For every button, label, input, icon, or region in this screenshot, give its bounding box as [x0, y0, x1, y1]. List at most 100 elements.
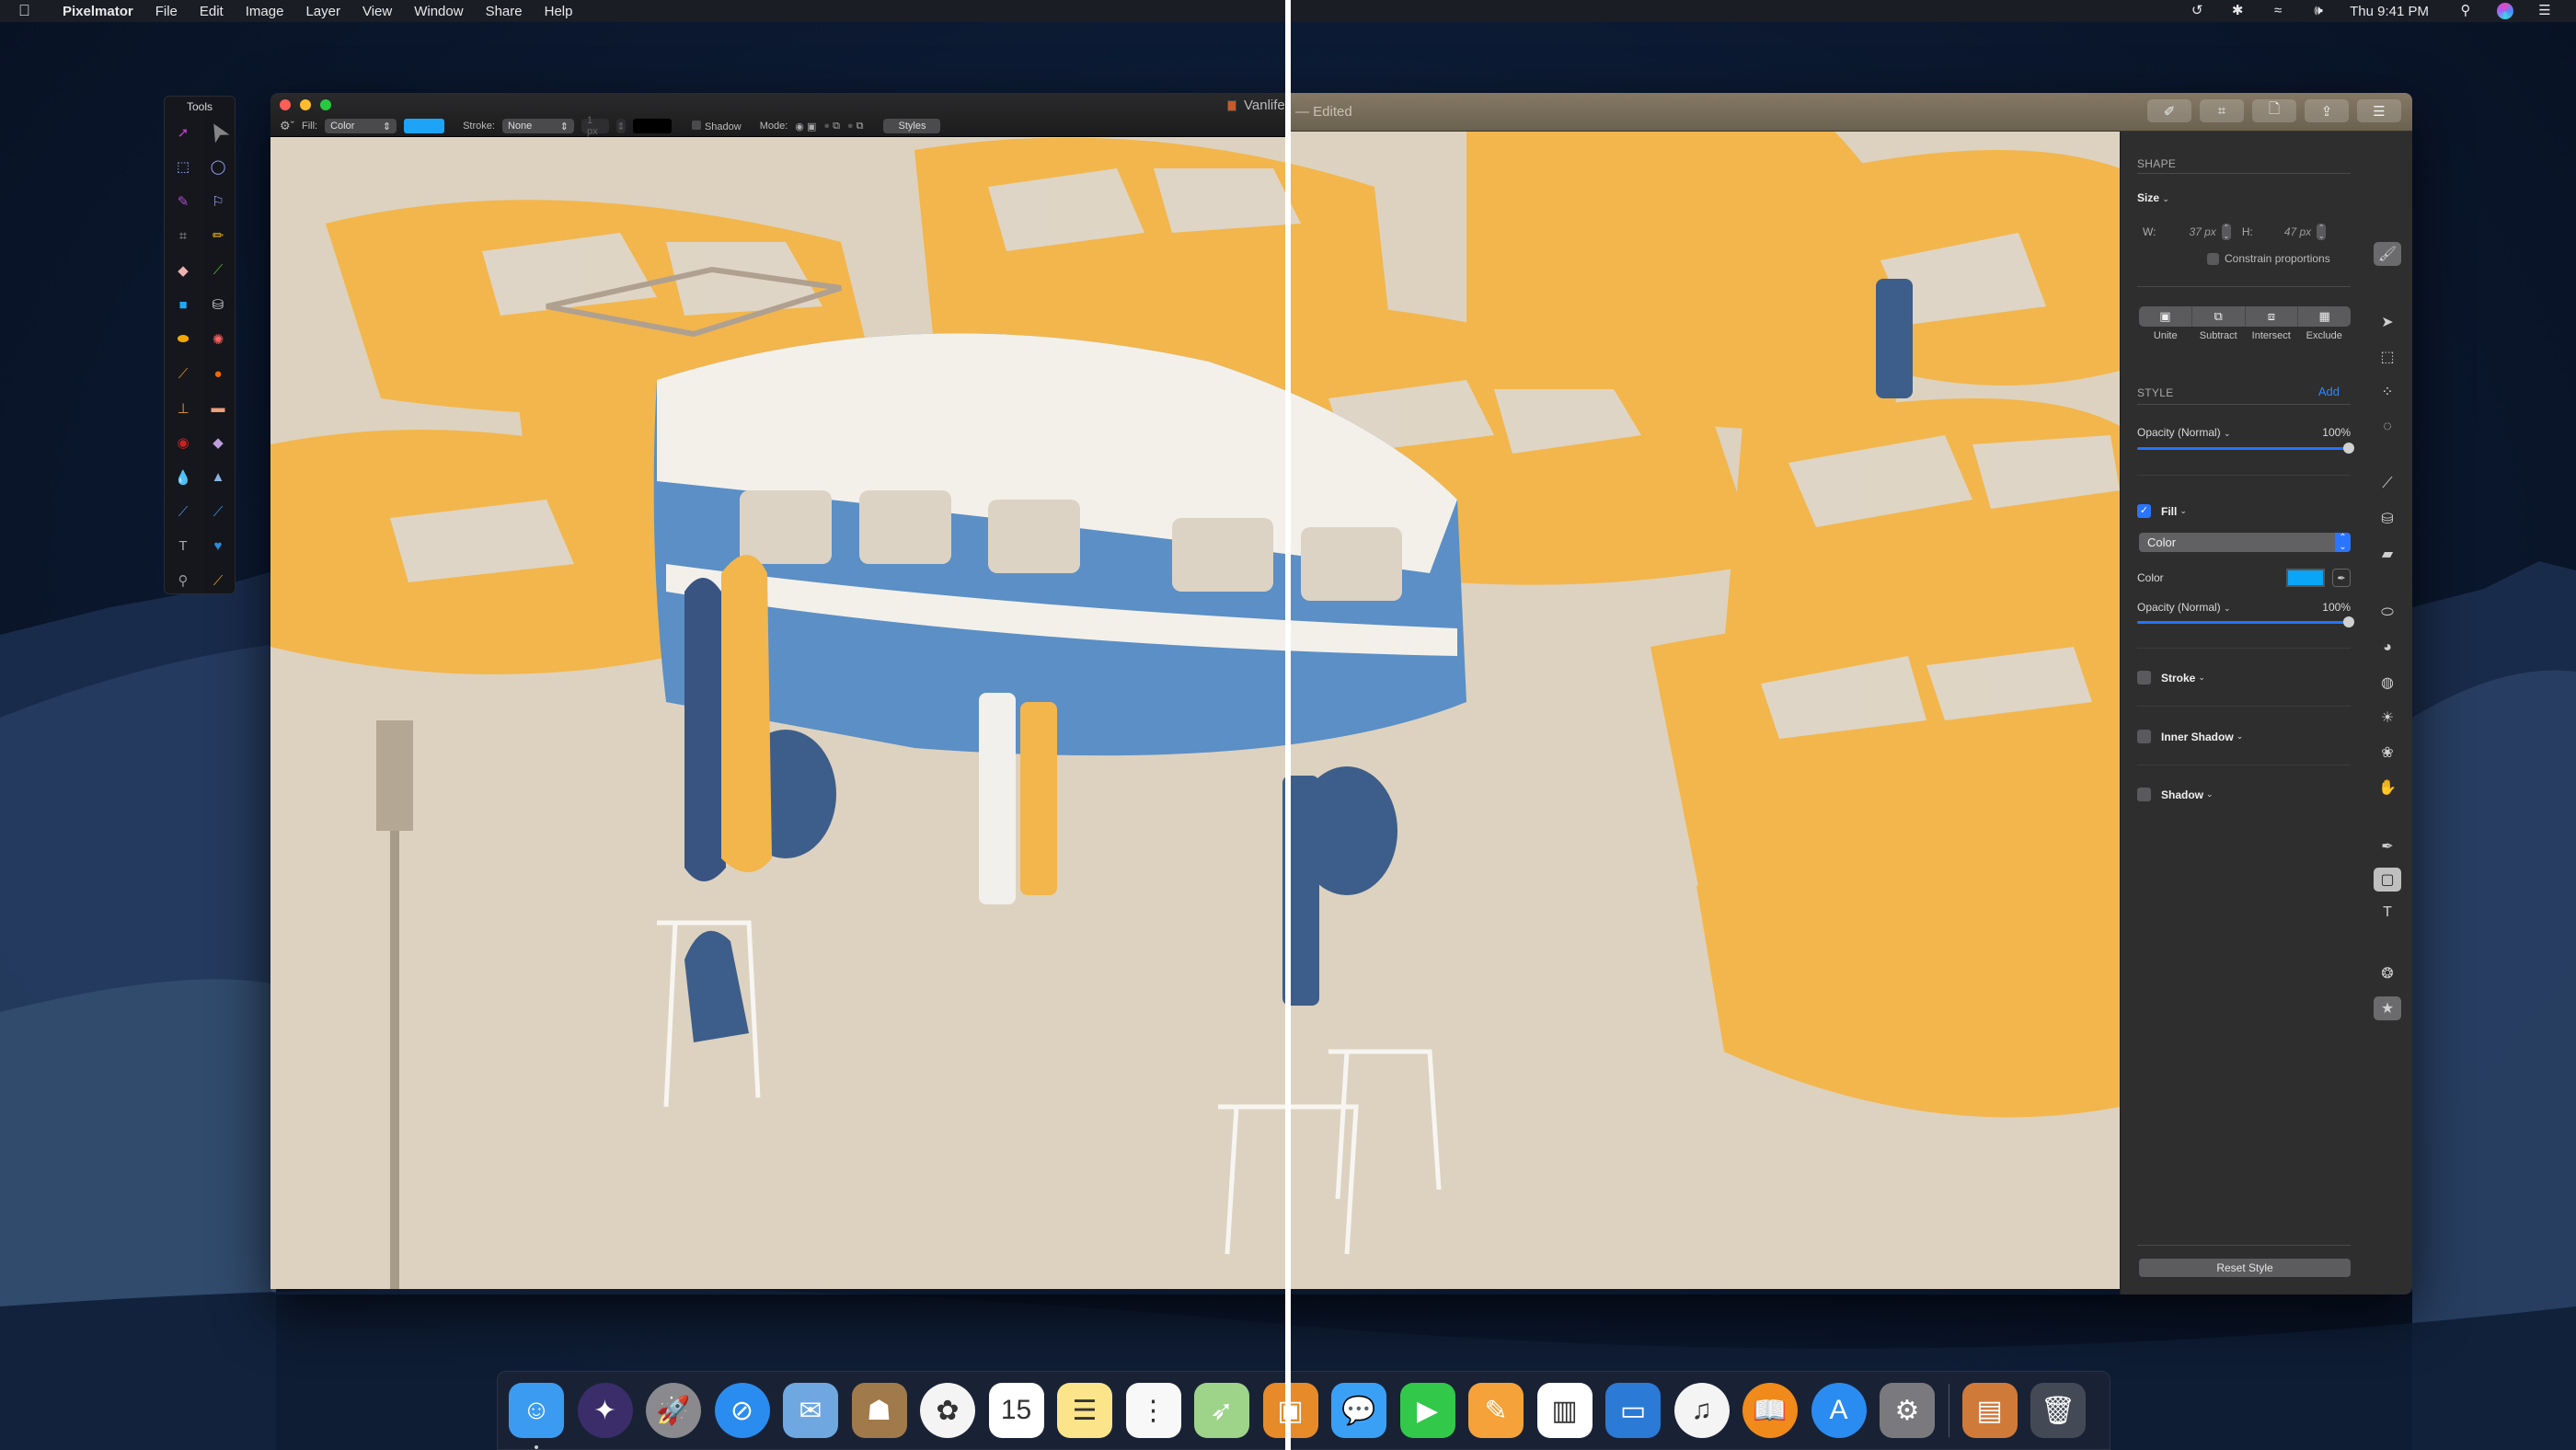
- stroke-checkbox[interactable]: [2137, 671, 2151, 685]
- quick-selection-tool-icon[interactable]: ⁘: [2374, 380, 2401, 404]
- share-button[interactable]: ⇪: [2305, 99, 2349, 122]
- arrange-tool-icon[interactable]: ➤: [2374, 310, 2401, 334]
- menu-file[interactable]: File: [155, 4, 178, 19]
- freeform-pen-tool-icon[interactable]: ⟋: [201, 495, 236, 530]
- dock-numbers[interactable]: ▥: [1536, 1383, 1593, 1438]
- dock-messages[interactable]: 💬: [1331, 1383, 1386, 1438]
- bluetooth-icon[interactable]: ✱: [2228, 3, 2247, 19]
- stroke-width-stepper[interactable]: ⇕: [615, 119, 626, 133]
- opacity-slider[interactable]: [2137, 442, 2354, 455]
- type-tool-icon[interactable]: T: [2374, 901, 2401, 925]
- effects-tool-icon[interactable]: ★: [2374, 996, 2401, 1020]
- document-button[interactable]: 🗋: [2252, 99, 2296, 122]
- dock-app-store[interactable]: A: [1811, 1383, 1867, 1438]
- color-adjust-tool-icon[interactable]: ❀: [2374, 741, 2401, 765]
- fill-color-swatch[interactable]: [404, 119, 445, 133]
- shadow-checkbox[interactable]: Shadow: [691, 120, 742, 132]
- rect-select-tool-icon[interactable]: ⬚: [166, 150, 201, 185]
- fill-color-well[interactable]: [2286, 569, 2325, 587]
- siri-icon[interactable]: [2497, 3, 2513, 19]
- menu-edit[interactable]: Edit: [200, 4, 224, 19]
- opacity-blend-dropdown[interactable]: Opacity (Normal) ⌄: [2137, 426, 2231, 439]
- height-stepper[interactable]: ⌃ ⌄: [2317, 224, 2327, 240]
- exclude-button[interactable]: ▦: [2298, 306, 2351, 327]
- fill-opacity-slider[interactable]: [2137, 616, 2354, 628]
- zoom-tool-icon[interactable]: ⚲: [166, 564, 201, 599]
- dock-facetime[interactable]: ▶: [1399, 1383, 1455, 1438]
- color-picker-tool-icon[interactable]: ❂: [2374, 961, 2401, 985]
- menu-share[interactable]: Share: [486, 4, 523, 19]
- dock-notes[interactable]: ☰: [1057, 1383, 1112, 1438]
- rect-select-tool-icon[interactable]: ⬚: [2374, 345, 2401, 369]
- dock-reminders[interactable]: ⋮: [1125, 1383, 1181, 1438]
- inner-shadow-toggle[interactable]: Inner Shadow ⌄: [2137, 730, 2243, 743]
- dock-downloads-stack[interactable]: ▤: [1961, 1383, 2018, 1438]
- sharpen-blur-tool-icon[interactable]: ◍: [2374, 671, 2401, 695]
- rectangle-shape-tool-icon[interactable]: ■: [166, 288, 201, 323]
- dock-maps[interactable]: ➶: [1194, 1383, 1249, 1438]
- fill-checkbox[interactable]: ✓: [2137, 504, 2151, 518]
- fill-opacity-slider-knob[interactable]: [2343, 616, 2354, 627]
- brush-tool-icon[interactable]: ⟋: [201, 253, 236, 288]
- dock-photos[interactable]: ✿: [920, 1383, 975, 1438]
- mode-intersect-radio[interactable]: ● ⧉: [847, 121, 864, 132]
- type-tool-icon[interactable]: T: [166, 529, 201, 564]
- spotlight-icon[interactable]: ⚲: [2456, 3, 2475, 19]
- magic-wand-tool-icon[interactable]: ✎: [166, 184, 201, 219]
- burn-tool-icon[interactable]: ●: [201, 357, 236, 392]
- stroke-color-swatch[interactable]: [632, 119, 672, 133]
- opacity-slider-knob[interactable]: [2343, 443, 2354, 454]
- inner-shadow-checkbox[interactable]: [2137, 730, 2151, 743]
- shadow-toggle[interactable]: Shadow ⌄: [2137, 788, 2214, 801]
- gear-icon[interactable]: ⚙ˇ: [280, 119, 294, 133]
- dock-trash[interactable]: 🗑: [2030, 1383, 2086, 1438]
- paint-bucket-tool-icon[interactable]: ⛁: [2374, 507, 2401, 531]
- eyedropper-tool-icon[interactable]: ⟋: [201, 564, 236, 599]
- dock-itunes[interactable]: ♫: [1673, 1383, 1730, 1438]
- warp-tool-icon[interactable]: ✋: [2374, 776, 2401, 800]
- repair-tool-icon[interactable]: ⬭: [2374, 601, 2401, 625]
- wifi-icon[interactable]: ≈: [2269, 3, 2287, 19]
- clone-tool-icon[interactable]: ◕: [2374, 636, 2401, 660]
- shape-tool-icon[interactable]: ▢: [2374, 868, 2401, 892]
- height-field[interactable]: 47 px: [2284, 225, 2311, 238]
- red-eye-tool-icon[interactable]: ◉: [166, 426, 201, 461]
- stroke-toggle[interactable]: Stroke ⌄: [2137, 671, 2205, 685]
- ellipse-select-tool-icon[interactable]: ◯: [201, 150, 236, 185]
- styles-button[interactable]: Styles: [883, 119, 941, 133]
- crop-button[interactable]: ⌗: [2200, 99, 2244, 122]
- zoom-window-button[interactable]: [320, 99, 331, 110]
- erase-tool-icon[interactable]: ▰: [2374, 542, 2401, 566]
- adjustments-button[interactable]: ☰: [2357, 99, 2401, 122]
- smudge-tool-icon[interactable]: ⟋: [166, 357, 201, 392]
- minimize-window-button[interactable]: [300, 99, 311, 110]
- stroke-width-field[interactable]: 1 px: [581, 115, 609, 137]
- constrain-check-box[interactable]: [2207, 252, 2219, 265]
- menu-window[interactable]: Window: [414, 4, 463, 19]
- close-window-button[interactable]: [280, 99, 291, 110]
- repair-tool-icon[interactable]: ▬: [201, 391, 236, 426]
- menu-help[interactable]: Help: [545, 4, 573, 19]
- pencil-tool-icon[interactable]: ✏: [201, 219, 236, 254]
- dock-mail[interactable]: ✉: [783, 1383, 838, 1438]
- document-proxy-icon[interactable]: [1227, 100, 1236, 112]
- fill-opacity-blend-dropdown[interactable]: Opacity (Normal) ⌄: [2137, 601, 2231, 614]
- unite-button[interactable]: ▣: [2139, 306, 2192, 327]
- dock-calendar[interactable]: 15: [988, 1383, 1044, 1438]
- custom-shape-tool-icon[interactable]: ♥: [201, 529, 236, 564]
- add-style-link[interactable]: Add: [2318, 385, 2340, 398]
- eraser-tool-icon[interactable]: ◆: [166, 253, 201, 288]
- dock-system-preferences[interactable]: ⚙: [1880, 1383, 1935, 1438]
- move-tool-icon[interactable]: ➚: [166, 115, 201, 150]
- dock-launchpad[interactable]: 🚀: [646, 1383, 701, 1438]
- pen-tool-icon[interactable]: ⟋: [166, 495, 201, 530]
- comparison-divider[interactable]: [1285, 0, 1291, 1450]
- light-tool-icon[interactable]: ☀: [2374, 706, 2401, 730]
- canvas[interactable]: [270, 132, 2120, 1289]
- menu-layer[interactable]: Layer: [305, 4, 340, 19]
- dock-contacts[interactable]: ☗: [851, 1383, 907, 1438]
- mode-subtract-radio[interactable]: ● ⧉: [823, 121, 840, 132]
- style-tool-icon[interactable]: 🖌: [2374, 242, 2401, 266]
- fill-type-popup[interactable]: Color ⌃ ⌄: [2139, 533, 2351, 552]
- tools-brush-button[interactable]: ✐: [2147, 99, 2191, 122]
